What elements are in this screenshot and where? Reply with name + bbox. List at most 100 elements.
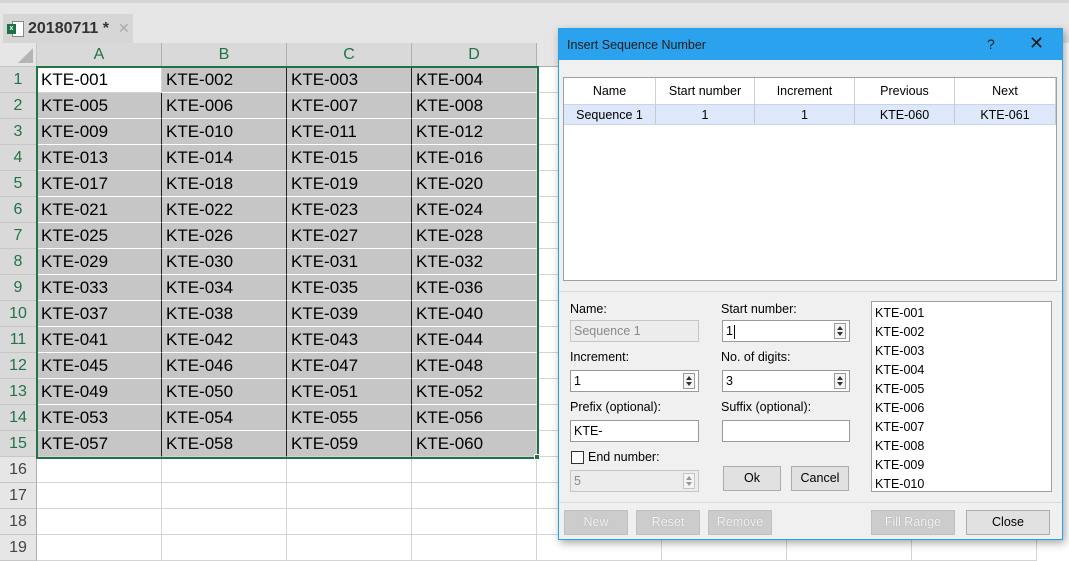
cell-b18[interactable] — [162, 509, 287, 535]
cell-c13[interactable]: KTE-051 — [287, 379, 412, 405]
cell-b12[interactable]: KTE-046 — [162, 353, 287, 379]
end-number-checkbox[interactable] — [571, 451, 584, 464]
row-header[interactable]: 2 — [0, 93, 37, 119]
digits-stepper[interactable]: 3 — [722, 370, 850, 392]
cell-b16[interactable] — [162, 457, 287, 483]
cell-c2[interactable]: KTE-007 — [287, 93, 412, 119]
cell-d10[interactable]: KTE-040 — [412, 301, 537, 327]
cell-b17[interactable] — [162, 483, 287, 509]
name-field[interactable]: Sequence 1 — [570, 320, 699, 342]
cell-d5[interactable]: KTE-020 — [412, 171, 537, 197]
cell-d4[interactable]: KTE-016 — [412, 145, 537, 171]
workbook-tab[interactable]: x 20180711 * ✕ — [3, 14, 133, 43]
cell-d3[interactable]: KTE-012 — [412, 119, 537, 145]
cell-c6[interactable]: KTE-023 — [287, 197, 412, 223]
column-header-d[interactable]: D — [412, 43, 537, 67]
cell-c15[interactable]: KTE-059 — [287, 431, 412, 457]
table-row-cell[interactable]: 1 — [755, 104, 855, 125]
table-header-start-number[interactable]: Start number — [656, 78, 755, 104]
spin-buttons[interactable] — [834, 323, 846, 339]
cell-d8[interactable]: KTE-032 — [412, 249, 537, 275]
cell-a1[interactable]: KTE-001 — [37, 67, 162, 93]
cell-c4[interactable]: KTE-015 — [287, 145, 412, 171]
cell-a17[interactable] — [37, 483, 162, 509]
remove-button[interactable]: Remove — [708, 510, 772, 535]
cell-c19[interactable] — [287, 535, 412, 561]
cell-c18[interactable] — [287, 509, 412, 535]
cell-b14[interactable]: KTE-054 — [162, 405, 287, 431]
row-header[interactable]: 18 — [0, 509, 37, 535]
row-header[interactable]: 15 — [0, 431, 37, 457]
cell-c17[interactable] — [287, 483, 412, 509]
column-header-c[interactable]: C — [287, 43, 412, 67]
cell-b19[interactable] — [162, 535, 287, 561]
row-header[interactable]: 17 — [0, 483, 37, 509]
cell-d13[interactable]: KTE-052 — [412, 379, 537, 405]
cell-a6[interactable]: KTE-021 — [37, 197, 162, 223]
cell-a8[interactable]: KTE-029 — [37, 249, 162, 275]
table-row-cell[interactable]: 1 — [656, 104, 755, 125]
fill-handle[interactable] — [534, 454, 540, 460]
cell-d15[interactable]: KTE-060 — [412, 431, 537, 457]
cell-b4[interactable]: KTE-014 — [162, 145, 287, 171]
row-header[interactable]: 14 — [0, 405, 37, 431]
column-header-a[interactable]: A — [37, 43, 162, 67]
cell-c1[interactable]: KTE-003 — [287, 67, 412, 93]
row-header[interactable]: 11 — [0, 327, 37, 353]
cell-d17[interactable] — [412, 483, 537, 509]
row-header[interactable]: 8 — [0, 249, 37, 275]
cell-d2[interactable]: KTE-008 — [412, 93, 537, 119]
cell-b3[interactable]: KTE-010 — [162, 119, 287, 145]
row-header[interactable]: 4 — [0, 145, 37, 171]
table-row-cell[interactable]: KTE-060 — [855, 104, 955, 125]
cell-c11[interactable]: KTE-043 — [287, 327, 412, 353]
new-button[interactable]: New — [564, 510, 628, 535]
cell-a3[interactable]: KTE-009 — [37, 119, 162, 145]
cell-d16[interactable] — [412, 457, 537, 483]
cell-a13[interactable]: KTE-049 — [37, 379, 162, 405]
close-icon[interactable]: ✕ — [118, 21, 130, 37]
row-header[interactable]: 1 — [0, 67, 37, 93]
cell-b11[interactable]: KTE-042 — [162, 327, 287, 353]
reset-button[interactable]: Reset — [636, 510, 700, 535]
cell-b15[interactable]: KTE-058 — [162, 431, 287, 457]
cell-a18[interactable] — [37, 509, 162, 535]
row-header[interactable]: 3 — [0, 119, 37, 145]
table-header-next[interactable]: Next — [955, 78, 1056, 104]
cell-d11[interactable]: KTE-044 — [412, 327, 537, 353]
table-row-cell[interactable]: KTE-061 — [955, 104, 1056, 125]
cell-d19[interactable] — [412, 535, 537, 561]
help-icon[interactable]: ? — [987, 36, 995, 52]
cell-a11[interactable]: KTE-041 — [37, 327, 162, 353]
suffix-input[interactable] — [722, 420, 850, 442]
cell-d1[interactable]: KTE-004 — [412, 67, 537, 93]
cell-a10[interactable]: KTE-037 — [37, 301, 162, 327]
cell-c10[interactable]: KTE-039 — [287, 301, 412, 327]
cell-b2[interactable]: KTE-006 — [162, 93, 287, 119]
cell-b7[interactable]: KTE-026 — [162, 223, 287, 249]
select-all-button[interactable] — [0, 43, 37, 67]
close-button[interactable]: Close — [966, 510, 1050, 535]
table-header-name[interactable]: Name — [564, 78, 656, 104]
prefix-input[interactable]: KTE- — [570, 420, 699, 442]
table-header-increment[interactable]: Increment — [755, 78, 855, 104]
cell-b10[interactable]: KTE-038 — [162, 301, 287, 327]
cell-a2[interactable]: KTE-005 — [37, 93, 162, 119]
preview-list[interactable]: KTE-001 KTE-002 KTE-003 KTE-004 KTE-005 KTE-0… — [871, 301, 1052, 492]
cell-b6[interactable]: KTE-022 — [162, 197, 287, 223]
row-header[interactable]: 5 — [0, 171, 37, 197]
cell-c7[interactable]: KTE-027 — [287, 223, 412, 249]
cell-d12[interactable]: KTE-048 — [412, 353, 537, 379]
row-header[interactable]: 10 — [0, 301, 37, 327]
cell-a7[interactable]: KTE-025 — [37, 223, 162, 249]
row-header[interactable]: 7 — [0, 223, 37, 249]
column-header-b[interactable]: B — [162, 43, 287, 67]
cell-a16[interactable] — [37, 457, 162, 483]
row-header[interactable]: 6 — [0, 197, 37, 223]
spin-buttons[interactable] — [683, 473, 695, 489]
start-number-stepper[interactable]: 1 — [722, 320, 850, 342]
spin-buttons[interactable] — [683, 373, 695, 389]
cell-c14[interactable]: KTE-055 — [287, 405, 412, 431]
cell-a9[interactable]: KTE-033 — [37, 275, 162, 301]
row-header[interactable]: 19 — [0, 535, 37, 561]
